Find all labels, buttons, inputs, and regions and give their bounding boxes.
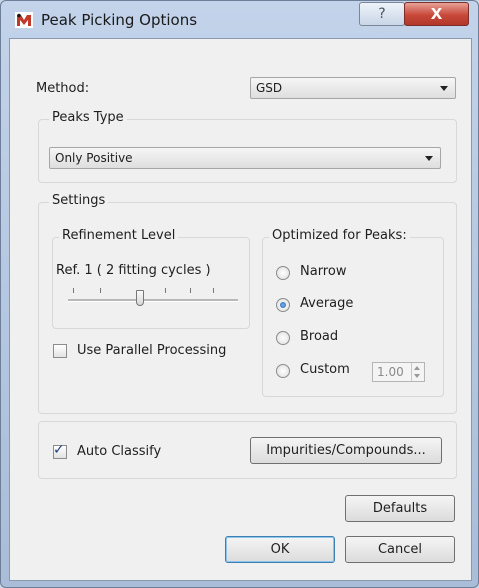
- use-parallel-label: Use Parallel Processing: [77, 343, 227, 358]
- use-parallel-checkbox[interactable]: [53, 344, 67, 358]
- spin-down-icon[interactable]: [414, 374, 420, 378]
- method-label: Method:: [36, 81, 90, 96]
- peaks-type-title: Peaks Type: [49, 110, 127, 125]
- spinner-buttons: [411, 363, 424, 381]
- peaks-type-value: Only Positive: [55, 151, 133, 165]
- refinement-level-title: Refinement Level: [59, 228, 179, 243]
- refinement-slider-thumb[interactable]: [136, 290, 144, 306]
- dialog-body: Method: GSD Peaks Type Only Positive Set…: [9, 38, 472, 581]
- radio-average-label: Average: [300, 296, 354, 311]
- radio-custom[interactable]: [276, 364, 290, 378]
- auto-classify-label: Auto Classify: [77, 444, 162, 459]
- chevron-down-icon: [440, 86, 448, 91]
- slider-tick: [190, 288, 191, 293]
- slider-tick: [213, 288, 214, 293]
- refinement-level-group: Refinement Level: [52, 228, 250, 329]
- dialog-window: Peak Picking Options ? X Method: GSD Pea…: [0, 0, 479, 588]
- defaults-button[interactable]: Defaults: [345, 495, 455, 522]
- peaks-type-select[interactable]: Only Positive: [49, 147, 441, 169]
- checkmark-icon: ✓: [53, 442, 65, 458]
- radio-average[interactable]: [276, 298, 290, 312]
- radio-broad[interactable]: [276, 331, 290, 345]
- auto-classify-checkbox[interactable]: ✓: [53, 442, 67, 459]
- radio-custom-label: Custom: [300, 362, 350, 377]
- refinement-text: Ref. 1 ( 2 fitting cycles ): [56, 263, 211, 278]
- radio-narrow-label: Narrow: [300, 264, 347, 279]
- optimized-peaks-title: Optimized for Peaks:: [269, 228, 410, 243]
- help-button[interactable]: ?: [359, 2, 405, 26]
- app-logo-icon: [15, 12, 33, 28]
- method-value: GSD: [256, 81, 283, 95]
- refinement-slider-track: [68, 299, 238, 302]
- radio-selected-dot: [280, 302, 286, 308]
- custom-value: 1.00: [377, 365, 404, 379]
- spin-up-icon[interactable]: [414, 366, 420, 370]
- method-select[interactable]: GSD: [250, 77, 456, 99]
- slider-tick: [73, 288, 74, 293]
- slider-tick: [165, 288, 166, 293]
- custom-value-spinner[interactable]: 1.00: [372, 362, 425, 382]
- chevron-down-icon: [425, 156, 433, 161]
- cancel-button[interactable]: Cancel: [345, 536, 455, 563]
- window-title: Peak Picking Options: [41, 11, 198, 29]
- slider-tick: [100, 288, 101, 293]
- ok-button[interactable]: OK: [225, 536, 335, 563]
- title-bar: Peak Picking Options ? X: [1, 1, 478, 37]
- radio-narrow[interactable]: [276, 266, 290, 280]
- close-button[interactable]: X: [404, 2, 469, 26]
- radio-broad-label: Broad: [300, 329, 339, 344]
- settings-title: Settings: [49, 193, 109, 208]
- impurities-compounds-button[interactable]: Impurities/Compounds...: [250, 437, 442, 464]
